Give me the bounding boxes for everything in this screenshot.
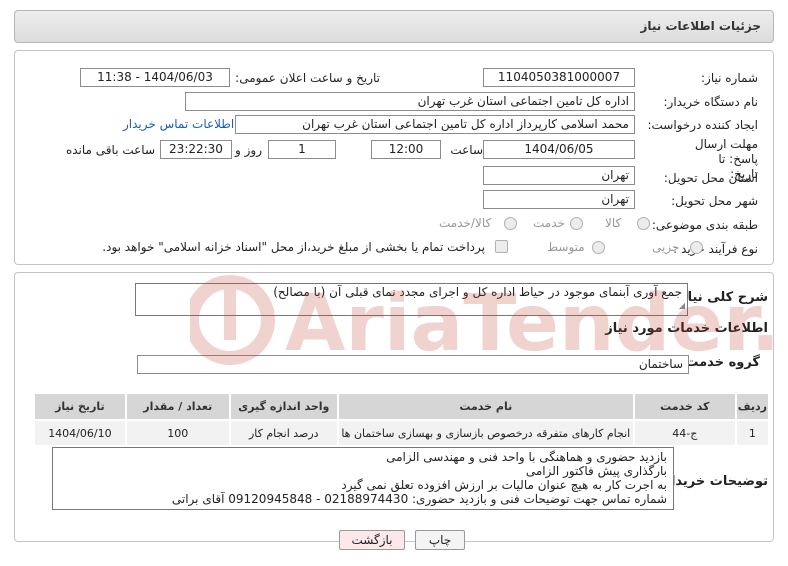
cell-service-name: انجام کارهای متفرقه درخصوص بازسازی و بهس… xyxy=(336,419,635,447)
buyer-notes-label: توضیحات خریدار: xyxy=(658,474,768,489)
back-button[interactable]: بازگشت xyxy=(339,530,405,550)
buyer-contact-link[interactable]: اطلاعات تماس خریدار xyxy=(123,117,234,131)
cell-quantity: 100 xyxy=(124,419,231,447)
print-button[interactable]: چاپ xyxy=(415,530,465,550)
need-number-field: 1104050381000007 xyxy=(483,68,635,87)
category-goods-label: کالا xyxy=(605,216,622,230)
services-section-title: اطلاعات خدمات مورد نیاز xyxy=(605,321,768,336)
buyer-org-field: اداره کل تامین اجتماعی استان غرب تهران xyxy=(185,92,635,111)
city-label: شهر محل تحویل: xyxy=(671,194,758,208)
summary-text: جمع آوری آبنمای موجود در حیاط اداره کل و… xyxy=(273,285,682,299)
col-service-name: نام خدمت xyxy=(336,392,635,421)
deadline-date-field: 1404/06/05 xyxy=(483,140,635,159)
days-label: روز و xyxy=(235,143,262,157)
table-row: 1 ج-44 انجام کارهای متفرقه درخصوص بازساز… xyxy=(33,419,771,447)
table-header-row: ردیف کد خدمت نام خدمت واحد اندازه گیری ت… xyxy=(33,392,771,421)
category-service-label: خدمت xyxy=(533,216,565,230)
page-title: جزئیات اطلاعات نیاز xyxy=(640,19,761,33)
city-field: تهران xyxy=(483,190,635,209)
notes-line: به اجرت کار به هیچ عنوان مالیات بر ارزش … xyxy=(341,478,667,492)
category-goods-service-radio[interactable] xyxy=(504,217,517,230)
treasury-payment-checkbox[interactable] xyxy=(495,240,508,253)
treasury-payment-note: پرداخت تمام یا بخشی از مبلغ خرید،از محل … xyxy=(102,240,485,254)
days-field: 1 xyxy=(268,140,336,159)
process-partial-label: جزیی xyxy=(652,240,680,254)
cell-service-code: ج-44 xyxy=(632,419,737,447)
col-row-number: ردیف xyxy=(734,392,771,421)
notes-line: شماره تماس جهت توضیحات فنی و بازدید حضور… xyxy=(171,492,667,506)
col-quantity: تعداد / مقدار xyxy=(124,392,231,421)
process-partial-radio[interactable] xyxy=(690,241,703,254)
category-goods-radio[interactable] xyxy=(637,217,650,230)
service-group-field: ساختمان xyxy=(137,355,689,374)
summary-textarea[interactable]: جمع آوری آبنمای موجود در حیاط اداره کل و… xyxy=(135,283,688,316)
announce-field: 1404/06/03 - 11:38 xyxy=(80,68,230,87)
service-group-label: گروه خدمت: xyxy=(680,355,760,370)
province-label: استان محل تحویل: xyxy=(663,171,758,185)
cell-need-date: 1404/06/10 xyxy=(33,419,127,447)
remaining-time-field: 23:22:30 xyxy=(160,140,232,159)
cell-row-number: 1 xyxy=(734,419,771,447)
creator-label: ایجاد کننده درخواست: xyxy=(647,118,758,132)
remaining-label: ساعت باقی مانده xyxy=(65,143,155,157)
col-need-date: تاریخ نیاز xyxy=(33,392,127,421)
col-service-code: کد خدمت xyxy=(632,392,737,421)
notes-line: بازدید حضوری و هماهنگی با واحد فنی و مهن… xyxy=(386,450,667,464)
process-type-label: نوع فرآیند خرید : xyxy=(673,242,758,256)
cell-unit: درصد انجام کار xyxy=(228,419,339,447)
notes-line: بارگذاری پیش فاکتور الزامی xyxy=(525,464,667,478)
category-service-radio[interactable] xyxy=(570,217,583,230)
category-label: طبقه بندی موضوعی: xyxy=(651,218,758,232)
deadline-time-field: 12:00 xyxy=(371,140,441,159)
process-medium-label: متوسط xyxy=(547,240,585,254)
category-goods-service-label: کالا/خدمت xyxy=(439,216,492,230)
buyer-org-label: نام دستگاه خریدار: xyxy=(663,95,759,109)
need-number-label: شماره نیاز: xyxy=(701,71,758,85)
panel-header: جزئیات اطلاعات نیاز xyxy=(14,10,774,43)
creator-field: محمد اسلامی کارپرداز اداره کل تامین اجتم… xyxy=(235,115,635,134)
services-table: ردیف کد خدمت نام خدمت واحد اندازه گیری ت… xyxy=(33,392,771,447)
col-unit: واحد اندازه گیری xyxy=(228,392,339,421)
province-field: تهران xyxy=(483,166,635,185)
deadline-time-label: ساعت xyxy=(450,143,483,157)
summary-label: شرح کلی نیاز: xyxy=(674,290,768,305)
announce-label: تاریخ و ساعت اعلان عمومی: xyxy=(235,71,380,85)
buyer-notes-textarea[interactable]: بازدید حضوری و هماهنگی با واحد فنی و مهن… xyxy=(52,447,674,510)
resize-grip-icon: ◢ xyxy=(678,301,685,310)
process-medium-radio[interactable] xyxy=(592,241,605,254)
